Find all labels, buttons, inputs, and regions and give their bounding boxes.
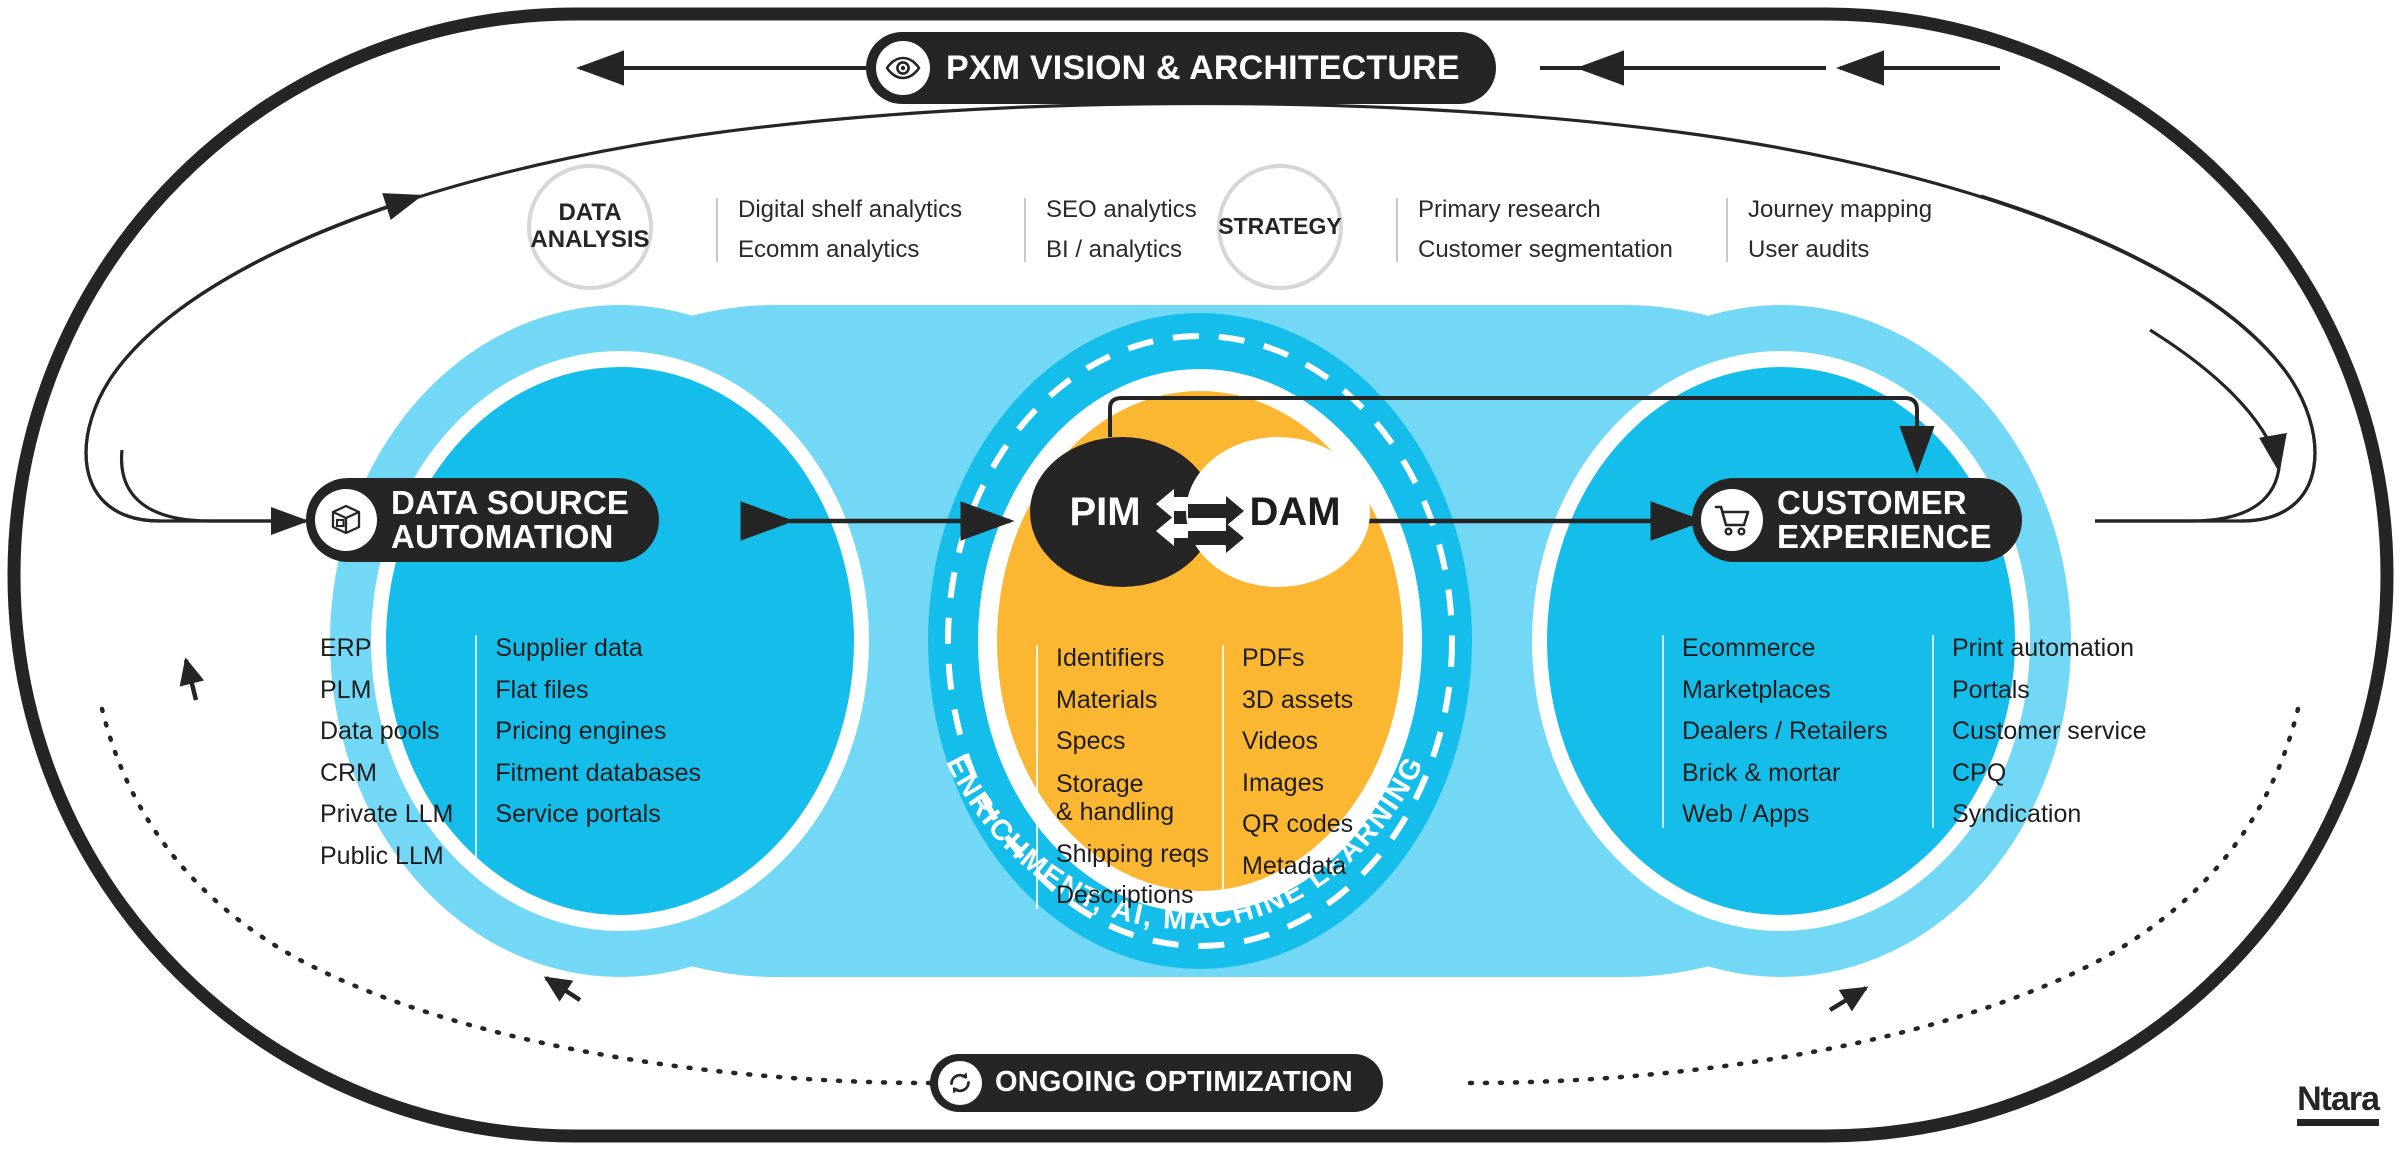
list-item: Customer segmentation [1418,236,1673,263]
list-item: Videos [1242,727,1318,755]
data-analysis-badge: DATA ANALYSIS [527,164,653,290]
list-item: Syndication [1952,800,2082,828]
ongoing-optimization-pill[interactable]: ONGOING OPTIMIZATION [930,1054,1383,1112]
list-item: Marketplaces [1682,675,1831,704]
list-item: Service portals [495,800,661,828]
arrow-loop-right-head [2149,328,2287,474]
data-analysis-badge-line1: DATA [558,199,622,227]
arrow-loop-into-dsa [119,449,310,536]
diagram-canvas: ENRICHMENT, AI, MACHINE LEARNING [7,7,2394,1143]
list-item: Supplier data [495,634,643,662]
pimdam-col-1: Identifiers Materials Specs Storage & han… [1036,644,1209,909]
refresh-sync-icon [938,1061,982,1105]
list-item: Specs [1056,727,1126,755]
list-item: Web / Apps [1682,800,1810,828]
ntara-wordmark: Ntara [2297,1080,2380,1118]
arrow-loop-right-in [2095,449,2282,523]
ongoing-optimization-label: ONGOING OPTIMIZATION [995,1066,1353,1099]
list-item: Shipping reqs [1056,839,1209,868]
dsa-label-line2: AUTOMATION [391,518,614,555]
list-item: Public LLM [320,841,444,870]
dotted-arrowhead-left-up [179,657,205,701]
pxm-vision-label: PXM VISION & ARCHITECTURE [946,48,1460,87]
list-item: Ecommerce [1682,634,1816,662]
data-analysis-col-1: Digital shelf analytics Ecomm analytics [716,198,1006,262]
package-box-icon [315,489,377,551]
list-item: BI / analytics [1046,236,1183,263]
ntara-underline [2297,1119,2379,1126]
ntara-logo: Ntara [2297,1080,2380,1126]
list-item: Digital shelf analytics [738,196,963,223]
data-analysis-badge-line2: ANALYSIS [530,226,650,253]
list-item: 3D assets [1242,685,1354,714]
list-item: Ecomm analytics [738,236,920,263]
list-item: Identifiers [1056,644,1165,672]
data-source-automation-pill[interactable]: DATA SOURCE AUTOMATION [306,478,660,562]
strategy-columns: Primary research Customer segmentation J… [1396,198,1966,262]
strategy-col-1: Primary research Customer segmentation [1396,198,1708,262]
data-analysis-col-2: SEO analytics BI / analytics [1024,198,1246,262]
list-item: Portals [1952,675,2030,704]
list-item: Dealers / Retailers [1682,717,1888,745]
pxm-architecture-diagram: ENRICHMENT, AI, MACHINE LEARNING PXM VIS… [0,0,2401,1150]
list-item: Descriptions [1056,881,1194,909]
list-item: Primary research [1418,196,1601,223]
list-item: Storage & handling [1056,769,1175,826]
strategy-badge: STRATEGY [1217,164,1343,290]
data-source-automation-lists: ERP PLM Data pools CRM Private LLM Publi… [300,635,701,869]
data-source-automation-label: DATA SOURCE AUTOMATION [391,486,629,553]
pim-dam-exchange-arrows [1152,485,1248,557]
dsa-col-1: ERP PLM Data pools CRM Private LLM Publi… [300,635,453,869]
list-item: QR codes [1242,810,1354,838]
list-item: Customer service [1952,717,2147,745]
dam-label: DAM [1249,489,1341,534]
list-item: ERP [320,634,372,662]
list-item: Data pools [320,717,440,745]
cx-col-2: Print automation Portals Customer servic… [1932,635,2152,828]
dsa-col-2: Supplier data Flat files Pricing engines… [475,635,701,869]
customer-experience-lists: Ecommerce Marketplaces Dealers / Retaile… [1662,635,2152,828]
customer-experience-label: CUSTOMER EXPERIENCE [1777,486,1992,553]
list-item: PLM [320,675,372,704]
pim-dam-lists: Identifiers Materials Specs Storage & han… [1036,645,1382,909]
pxm-vision-pill[interactable]: PXM VISION & ARCHITECTURE [866,32,1496,104]
pimdam-col-2: PDFs 3D assets Videos Images QR codes Me… [1222,645,1382,909]
list-item: PDFs [1242,644,1305,672]
pim-label: PIM [1069,489,1141,534]
strategy-col-2: Journey mapping User audits [1726,198,1948,262]
list-item: Images [1242,768,1324,797]
cx-col-1: Ecommerce Marketplaces Dealers / Retaile… [1662,635,1910,828]
cx-label-line1: CUSTOMER [1777,484,1967,522]
list-item: Materials [1056,685,1158,714]
strategy-badge-line1: STRATEGY [1218,213,1342,240]
list-item: Fitment databases [495,758,702,787]
list-item: Brick & mortar [1682,758,1841,787]
list-item: Print automation [1952,634,2135,662]
shopping-cart-icon [1701,489,1763,551]
list-item: Journey mapping [1748,196,1933,223]
dotted-arrowhead-bl [543,976,582,1002]
customer-experience-pill[interactable]: CUSTOMER EXPERIENCE [1692,478,2022,562]
eye-icon [876,41,930,95]
list-item: Private LLM [320,800,454,828]
list-item: CRM [320,758,377,787]
dsa-label-line1: DATA SOURCE [391,484,630,522]
dotted-arrowhead-br [1828,986,1869,1012]
cx-label-line2: EXPERIENCE [1777,518,1992,555]
list-item: Metadata [1242,851,1347,880]
data-analysis-columns: Digital shelf analytics Ecomm analytics … [716,198,1264,262]
list-item: User audits [1748,236,1870,263]
list-item: Flat files [495,675,589,704]
list-item: Pricing engines [495,717,667,745]
list-item: CPQ [1952,758,2007,787]
list-item: SEO analytics [1046,196,1197,223]
